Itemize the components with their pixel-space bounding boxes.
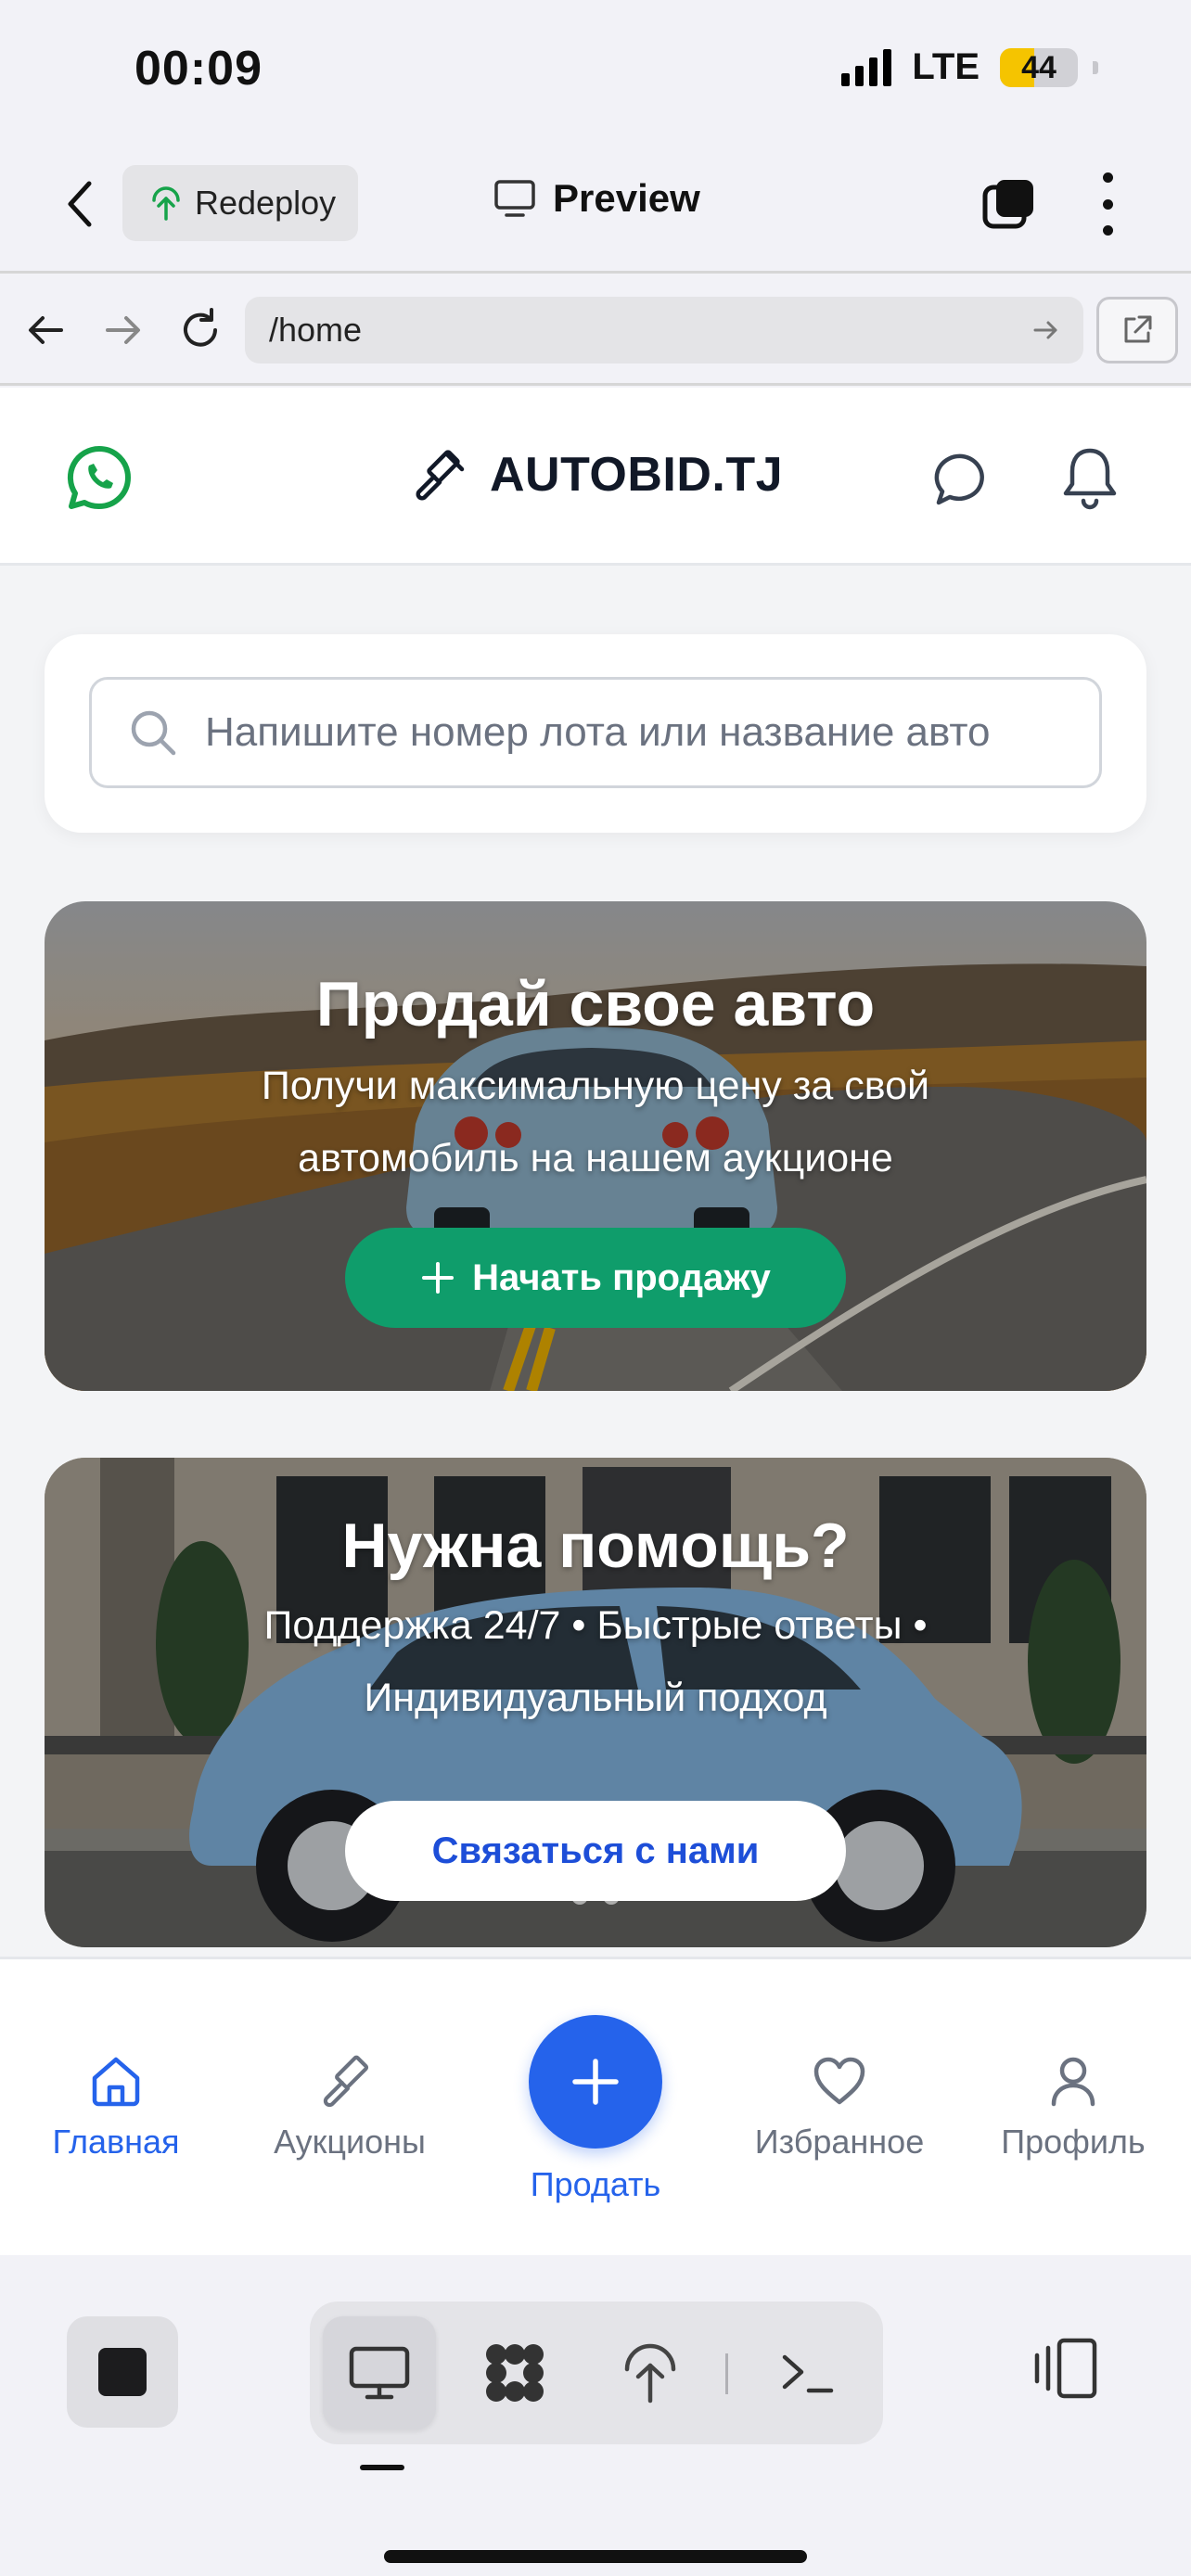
url-input[interactable]: /home [245, 297, 1083, 363]
nav-home-label: Главная [52, 2123, 180, 2161]
sell-car-banner: Продай свое авто Получи максимальную цен… [45, 901, 1146, 1391]
search-card [45, 634, 1146, 833]
reload-icon[interactable] [174, 304, 226, 356]
replit-dock [0, 2255, 1191, 2576]
signal-icon [841, 48, 892, 86]
home-indicator [384, 2550, 807, 2563]
nav-auctions-label: Аукционы [274, 2123, 426, 2161]
stop-button[interactable] [67, 2316, 178, 2428]
redeploy-button[interactable]: Redeploy [122, 165, 358, 241]
preview-label: Preview [553, 176, 700, 220]
carousel-dots[interactable] [45, 1888, 1146, 1905]
tabs-icon[interactable] [981, 176, 1037, 232]
back-chevron-icon[interactable] [58, 176, 104, 232]
nav-favorites-label: Избранное [754, 2123, 925, 2161]
redeploy-label: Redeploy [195, 184, 337, 222]
workflow-icon [486, 2344, 544, 2402]
gavel-icon [323, 2055, 369, 2108]
nav-home[interactable]: Главная [14, 2052, 218, 2162]
terminal-icon [782, 2354, 834, 2393]
plus-icon [572, 2059, 619, 2105]
more-menu-icon[interactable] [1089, 172, 1126, 236]
plus-icon [422, 1262, 455, 1294]
contact-us-button[interactable]: Связаться с нами [345, 1801, 846, 1901]
main-content: Продай свое авто Получи максимальную цен… [0, 566, 1191, 1957]
preview-tool-button[interactable] [323, 2316, 436, 2429]
replit-top-bar: Redeploy Preview [0, 139, 1191, 274]
status-bar: 00:09 LTE 44 [0, 0, 1191, 139]
banner-title: Продай свое авто [315, 969, 876, 1039]
agent-tool-button[interactable] [458, 2316, 571, 2429]
forward-arrow-icon[interactable] [96, 304, 148, 356]
nav-sell-label[interactable]: Продать [493, 2165, 698, 2204]
search-icon [131, 710, 176, 756]
help-banner: Нужна помощь? Поддержка 24/7 • Быстрые о… [45, 1458, 1146, 1947]
nav-auctions[interactable]: Аукционы [248, 2052, 452, 2162]
search-box[interactable] [89, 677, 1102, 788]
whatsapp-icon[interactable] [65, 443, 134, 512]
chat-icon[interactable] [931, 449, 992, 510]
start-selling-label: Начать продажу [472, 1256, 771, 1298]
deploy-icon [152, 186, 180, 221]
url-bar: /home [0, 276, 1191, 386]
back-arrow-icon[interactable] [20, 304, 72, 356]
monitor-icon [349, 2346, 410, 2400]
open-external-button[interactable] [1096, 297, 1178, 363]
nav-profile[interactable]: Профиль [971, 2052, 1175, 2162]
deploy-icon [624, 2343, 676, 2404]
status-time: 00:09 [134, 42, 263, 96]
banner-subtitle: Поддержка 24/7 • Быстрые ответы • Индиви… [263, 1603, 928, 1720]
battery-icon: 44 [1000, 47, 1078, 87]
monitor-icon [494, 180, 535, 217]
panels-icon[interactable] [1031, 2333, 1102, 2404]
app-header: AUTOBID.TJ [0, 388, 1191, 566]
deploy-tool-button[interactable] [594, 2316, 707, 2429]
brand-logo[interactable]: AUTOBID.TJ [414, 447, 783, 503]
battery-level: 44 [1021, 49, 1057, 85]
bell-icon[interactable] [1057, 443, 1122, 512]
shell-tool-button[interactable] [751, 2316, 864, 2429]
tool-group [310, 2302, 883, 2444]
banner-subtitle: Получи максимальную цену за свой автомоб… [261, 1064, 930, 1180]
external-link-icon [1124, 315, 1152, 343]
nav-profile-label: Профиль [1001, 2123, 1146, 2161]
nav-favorites[interactable]: Избранное [737, 2052, 941, 2162]
stop-icon [98, 2348, 147, 2396]
url-text: /home [269, 311, 363, 349]
banner-title: Нужна помощь? [341, 1511, 850, 1581]
user-icon [1051, 2057, 1095, 2107]
status-indicators: LTE 44 [841, 46, 1098, 88]
start-selling-button[interactable]: Начать продажу [345, 1228, 846, 1328]
nav-sell-button[interactable] [529, 2015, 662, 2149]
preview-title[interactable]: Preview [493, 176, 700, 221]
search-input[interactable] [205, 709, 1058, 756]
home-icon [92, 2057, 140, 2107]
brand-name: AUTOBID.TJ [490, 448, 784, 502]
bottom-nav: Главная Аукционы Продать Избранное Профи… [0, 1957, 1191, 2255]
go-arrow-icon[interactable] [1030, 313, 1063, 347]
network-type: LTE [912, 46, 980, 87]
heart-icon [813, 2057, 865, 2105]
active-tab-indicator [360, 2465, 404, 2470]
gavel-icon [416, 450, 465, 501]
contact-us-label: Связаться с нами [431, 1830, 760, 1871]
